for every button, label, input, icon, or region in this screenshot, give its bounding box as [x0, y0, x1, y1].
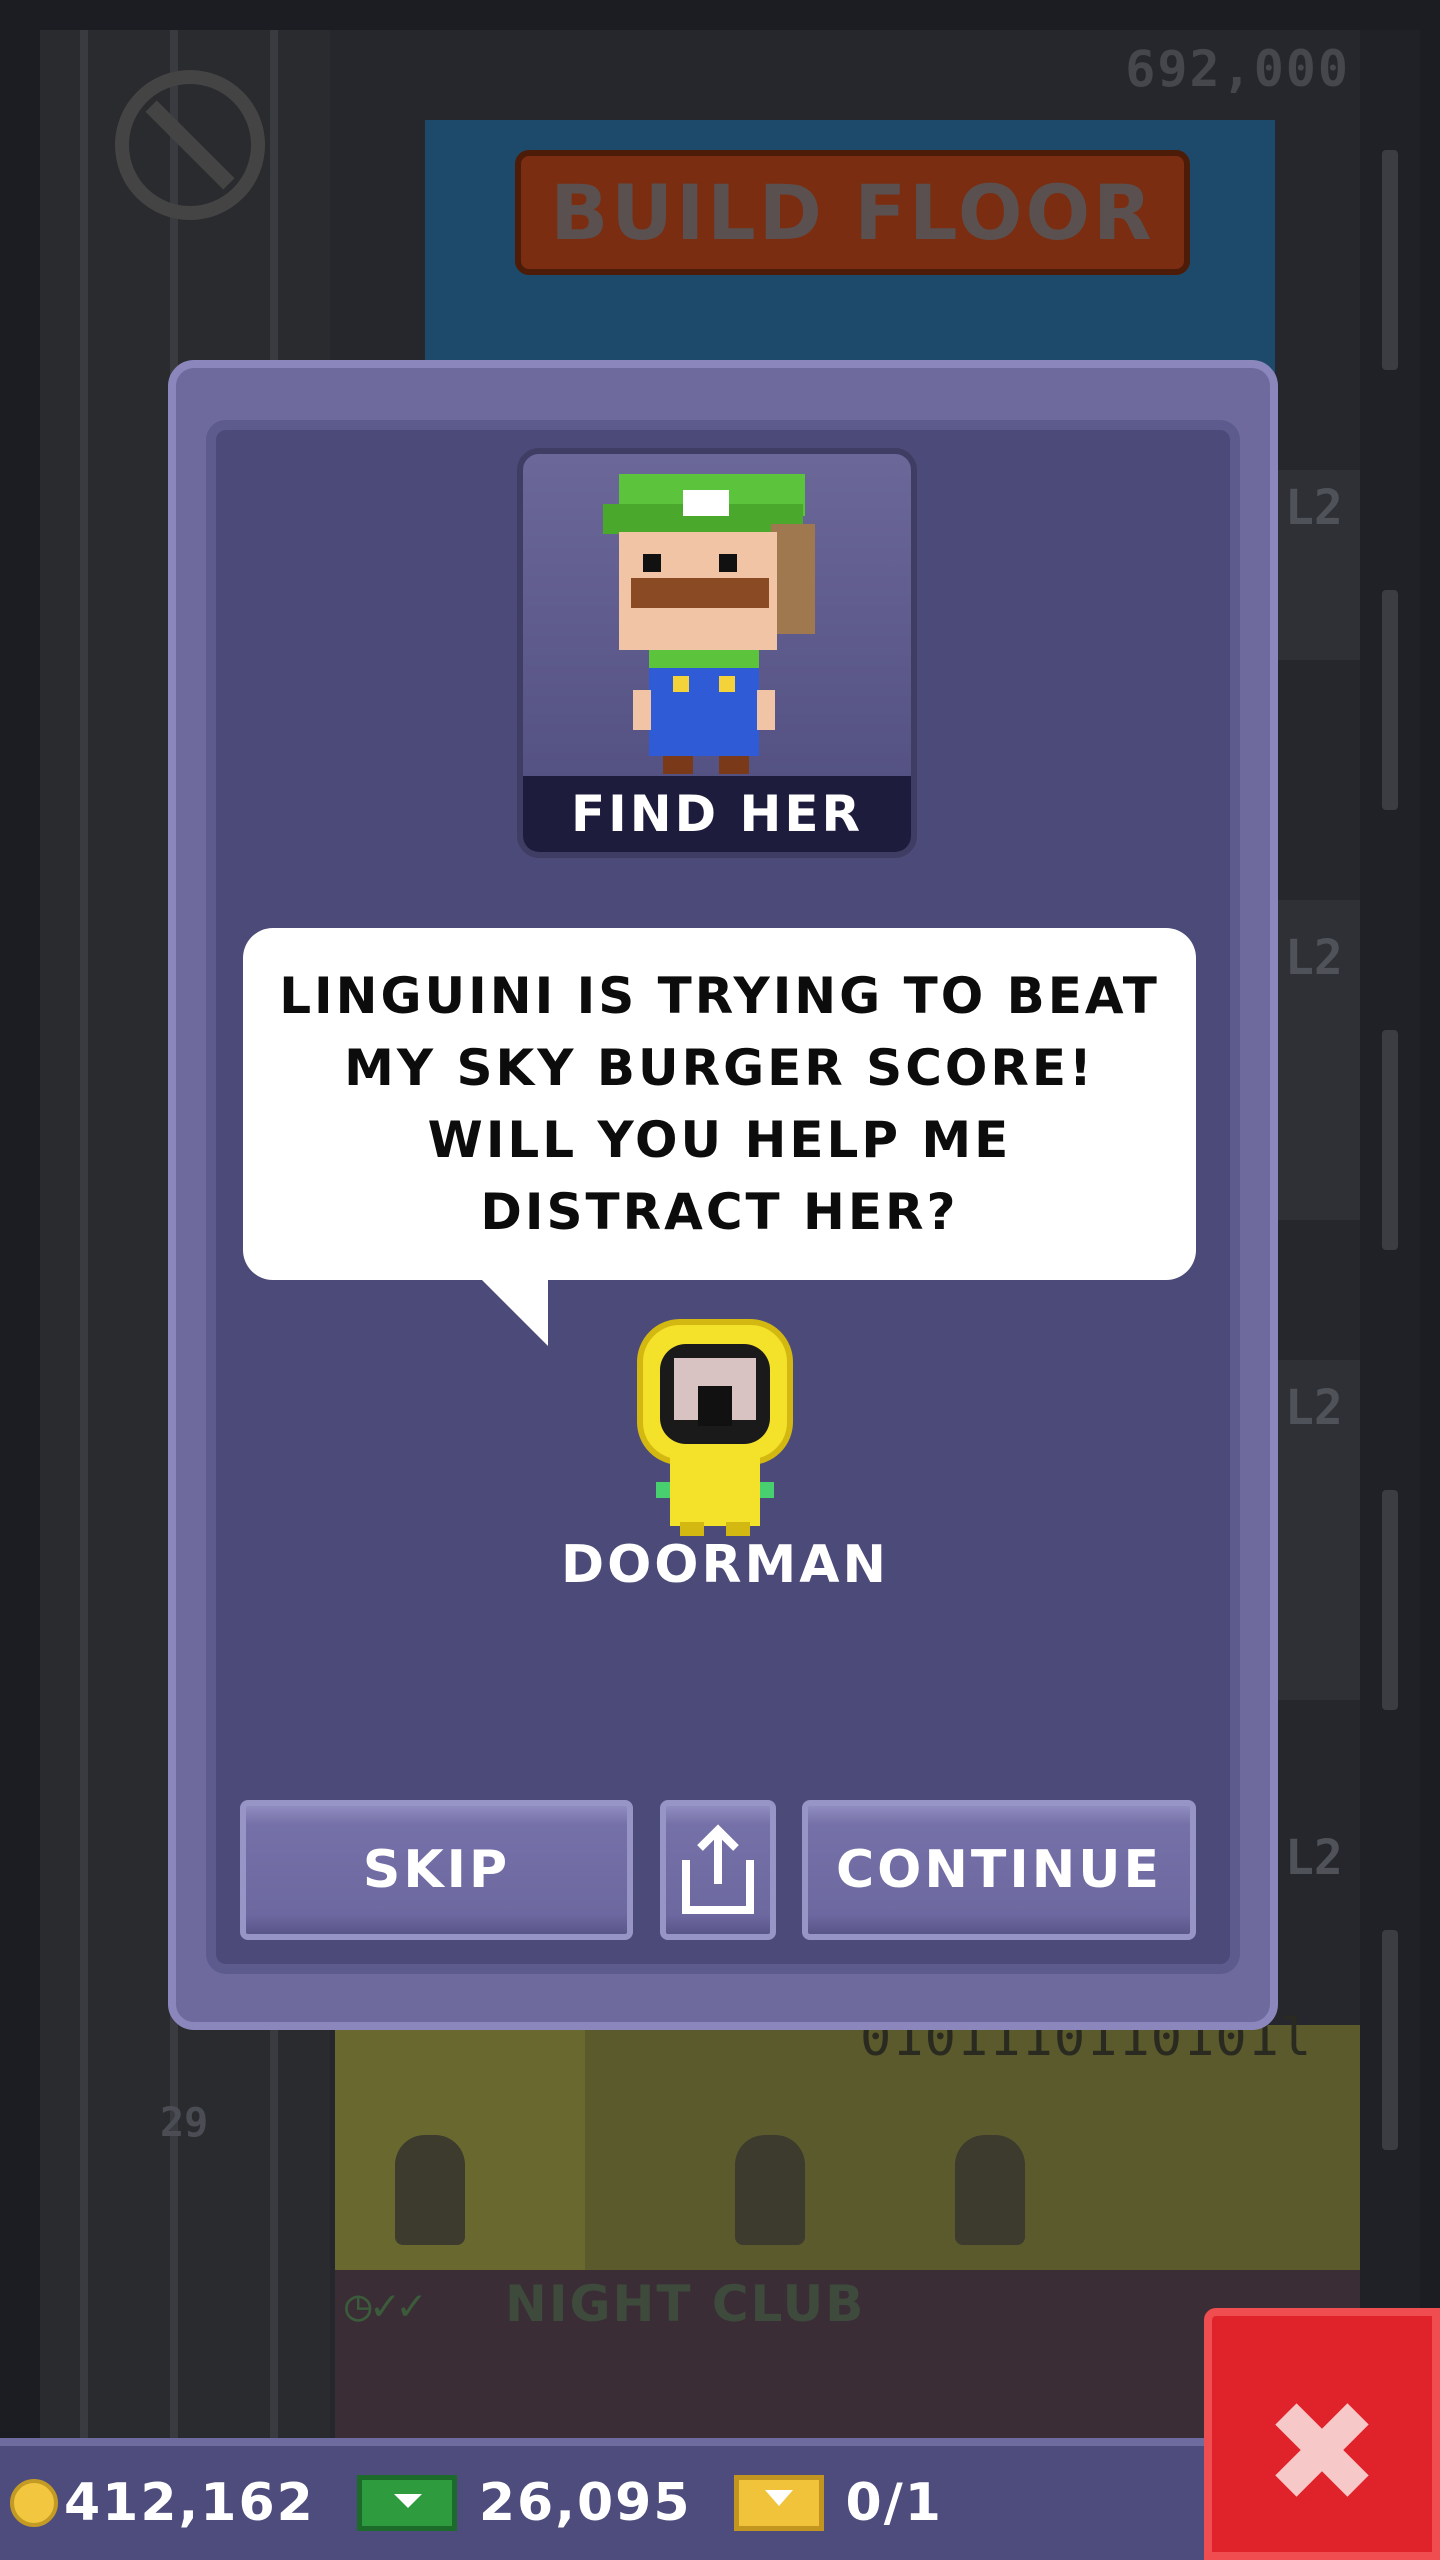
- skip-button[interactable]: SKIP: [240, 1800, 633, 1940]
- coin-icon: [10, 2479, 58, 2527]
- strip-bar: [1382, 590, 1398, 810]
- floor-number: 29: [160, 2100, 209, 2146]
- tickets-value: 0/1: [845, 2473, 943, 2533]
- floor-tag: L2: [1285, 1380, 1343, 1436]
- tenant-figure: [735, 2135, 805, 2245]
- tenant-figure: [955, 2135, 1025, 2245]
- skip-button-label: SKIP: [362, 1840, 511, 1900]
- strip-bar: [1382, 150, 1398, 370]
- coins-value: 412,162: [64, 2473, 315, 2533]
- strip-bar: [1382, 1930, 1398, 2150]
- build-floor-button[interactable]: BUILD FLOOR: [515, 150, 1190, 275]
- build-floor-label: BUILD FLOOR: [550, 168, 1155, 257]
- floor-tag: L2: [1285, 1830, 1343, 1886]
- floor-tag: L2: [1285, 480, 1343, 536]
- character-portrait-card: FIND HER: [517, 448, 917, 858]
- bux-counter[interactable]: 26,095: [315, 2446, 692, 2560]
- doorman-avatar: [637, 1319, 793, 1536]
- speech-text: LINGUINI IS TRYING TO BEAT MY SKY BURGER…: [279, 967, 1160, 1241]
- floor-status-icons: ◷✓✓: [345, 2280, 425, 2331]
- strip-bar: [1382, 1030, 1398, 1250]
- portrait-label: FIND HER: [523, 776, 911, 852]
- settings-gear-icon[interactable]: [115, 70, 265, 220]
- speech-bubble: LINGUINI IS TRYING TO BEAT MY SKY BURGER…: [243, 928, 1196, 1280]
- speech-bubble-tail: [478, 1276, 548, 1346]
- resource-bar: 412,162 26,095 0/1: [0, 2438, 1230, 2560]
- share-button[interactable]: [660, 1800, 776, 1940]
- tower-top-value: 692,000: [1125, 40, 1350, 98]
- coins-counter: 412,162: [0, 2446, 315, 2560]
- bux-cash-icon: [356, 2475, 457, 2531]
- tickets-counter[interactable]: 0/1: [692, 2446, 943, 2560]
- ticket-icon: [733, 2475, 824, 2531]
- character-role-label: DOORMAN: [560, 1535, 890, 1595]
- elevator-rail: [80, 30, 88, 2460]
- close-icon: ✖: [1263, 2372, 1381, 2535]
- share-icon: [682, 1824, 754, 1914]
- character-avatar: [603, 474, 815, 774]
- bux-value: 26,095: [478, 2473, 692, 2533]
- close-button[interactable]: ✖: [1204, 2308, 1440, 2560]
- tower-side-strip: [1360, 30, 1420, 2460]
- continue-button-label: CONTINUE: [836, 1840, 1162, 1900]
- tenant-figure: [395, 2135, 465, 2245]
- continue-button[interactable]: CONTINUE: [802, 1800, 1196, 1940]
- strip-bar: [1382, 1490, 1398, 1710]
- nightclub-label: NIGHT CLUB: [505, 2275, 866, 2333]
- floor-tag: L2: [1285, 930, 1343, 986]
